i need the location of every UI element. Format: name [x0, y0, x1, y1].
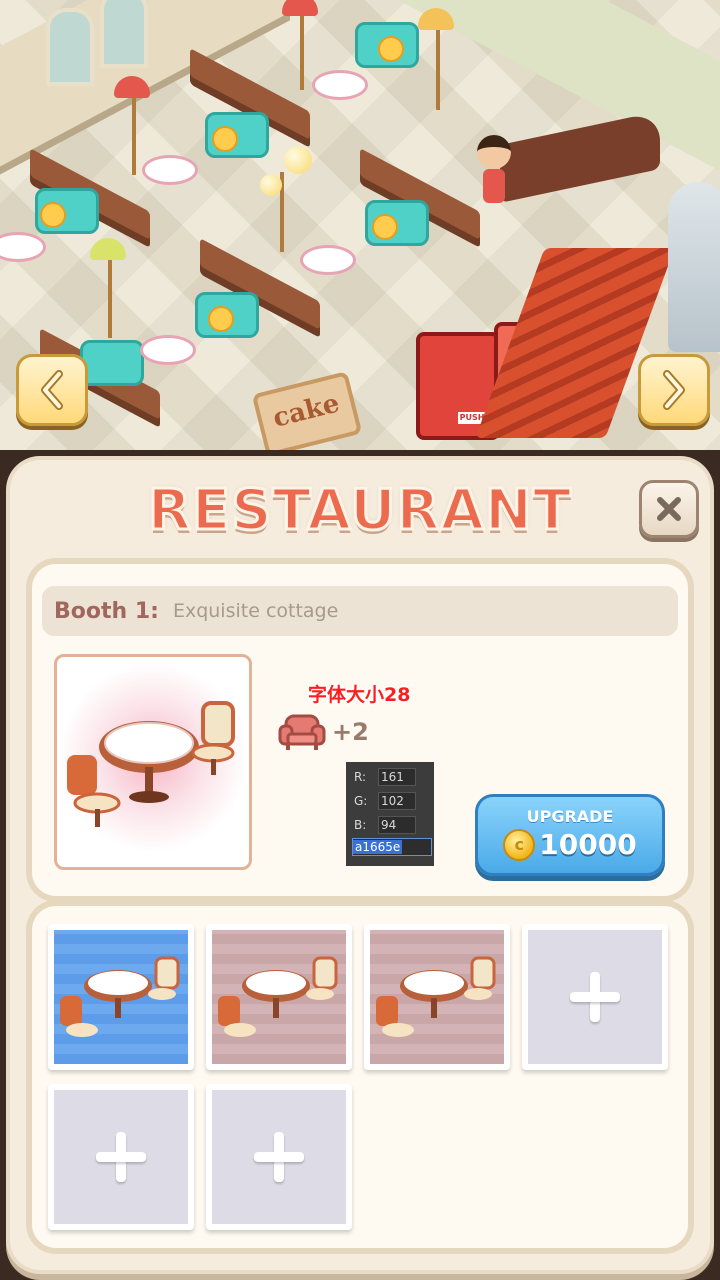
floor-lamp	[282, 0, 318, 16]
empty-slot-background	[528, 930, 662, 1064]
statue	[668, 182, 720, 352]
seat-bonus: +2	[278, 712, 369, 752]
empty-slot[interactable]	[522, 924, 668, 1070]
booth-label: Booth 1:	[54, 598, 159, 624]
skin-grid	[32, 906, 688, 1248]
sofa-icon	[278, 714, 326, 750]
round-table	[0, 232, 46, 262]
window	[46, 8, 94, 86]
pillow	[378, 36, 404, 62]
reception-counter	[500, 110, 660, 204]
restaurant-scene: PUSH cake	[0, 0, 720, 450]
lamp-pole	[108, 258, 112, 338]
table-set-image	[376, 956, 496, 1037]
seat-bonus-value: +2	[332, 718, 369, 746]
skin-background	[212, 930, 346, 1064]
table-set-image	[60, 956, 180, 1037]
prev-arrow-button[interactable]	[16, 354, 88, 426]
close-icon	[657, 497, 681, 521]
round-table	[142, 155, 198, 185]
sofa	[80, 340, 144, 386]
upgrade-label: UPGRADE	[526, 807, 614, 826]
font-size-note: 字体大小28	[308, 684, 411, 706]
lamp-pole	[300, 10, 304, 90]
coin-icon: c	[503, 828, 536, 861]
round-table	[140, 335, 196, 365]
pillow	[372, 214, 398, 240]
next-arrow-button[interactable]	[638, 354, 710, 426]
plus-icon	[570, 972, 620, 1022]
hex-field: a1665e	[352, 838, 432, 856]
booth-name: Exquisite cottage	[172, 600, 339, 622]
skin-background	[370, 930, 504, 1064]
price-value: 10000	[539, 828, 637, 861]
skin-slot-pink[interactable]	[206, 924, 352, 1070]
round-table	[312, 70, 368, 100]
restaurant-panel: RESTAURANT Booth 1: Exquisite cottage 字体…	[10, 460, 710, 1270]
skin-slot-pink[interactable]	[364, 924, 510, 1070]
booth-info-card: Booth 1: Exquisite cottage 字体大小28 +2 R: …	[32, 564, 688, 896]
red-label: R:	[354, 770, 367, 784]
green-label: G:	[354, 794, 368, 808]
empty-slot-background	[212, 1090, 346, 1224]
round-table	[300, 245, 356, 275]
floor-lamp	[90, 238, 126, 260]
table-set-image	[67, 701, 235, 827]
skin-slot-blue[interactable]	[48, 924, 194, 1070]
close-button[interactable]	[639, 480, 699, 538]
hex-value: a1665e	[353, 840, 403, 854]
pillow	[40, 202, 66, 228]
skin-background	[54, 930, 188, 1064]
chevron-right-icon	[663, 370, 685, 410]
booth-header: Booth 1: Exquisite cottage	[42, 586, 678, 636]
green-value: 102	[378, 792, 416, 810]
cake-sign: cake	[251, 371, 363, 450]
plus-icon	[254, 1132, 304, 1182]
chevron-left-icon	[41, 370, 63, 410]
color-picker-overlay: R: 161 G: 102 B: 94 a1665e	[346, 762, 434, 866]
lamp-pole	[436, 30, 440, 110]
pillow	[208, 306, 234, 332]
lamp-pole	[132, 95, 136, 175]
upgrade-button[interactable]: UPGRADE c 10000	[475, 794, 665, 876]
empty-slot-background	[54, 1090, 188, 1224]
furniture-preview	[54, 654, 252, 870]
empty-slot[interactable]	[206, 1084, 352, 1230]
panel-title: RESTAURANT	[146, 477, 573, 545]
pillow	[212, 126, 238, 152]
plus-icon	[96, 1132, 146, 1182]
red-value: 161	[378, 768, 416, 786]
empty-slot[interactable]	[48, 1084, 194, 1230]
globe-lamp	[260, 174, 282, 196]
table-set-image	[218, 956, 338, 1037]
window	[100, 0, 148, 68]
blue-value: 94	[378, 816, 416, 834]
blue-label: B:	[354, 818, 367, 832]
globe-lamp	[284, 146, 312, 174]
upgrade-price: c 10000	[478, 828, 662, 861]
waiter-character	[477, 135, 513, 205]
